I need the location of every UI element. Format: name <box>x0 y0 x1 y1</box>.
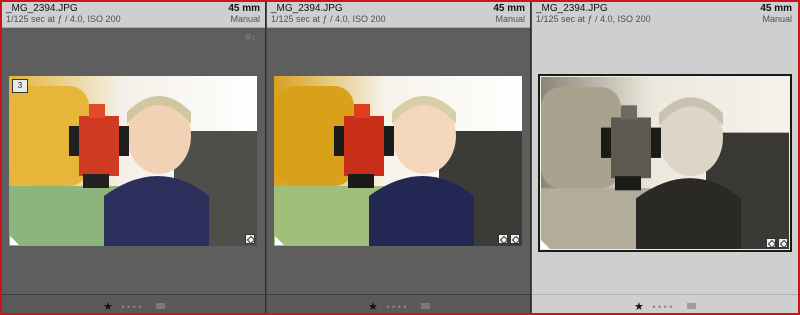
rating-dots[interactable]: • • • • <box>121 302 141 312</box>
rating-control[interactable]: ★ • • • • <box>368 297 430 313</box>
exposure-label: 1/125 sec at ƒ / 4.0, ISO 200 <box>271 14 386 24</box>
sort-icon[interactable]: ≡↓ <box>245 32 256 43</box>
flag-icon[interactable] <box>541 240 550 249</box>
panel-footer: ★ • • • • <box>532 294 798 313</box>
exposure-label: 1/125 sec at ƒ / 4.0, ISO 200 <box>6 14 121 24</box>
exposure-label: 1/125 sec at ƒ / 4.0, ISO 200 <box>536 14 651 24</box>
filename-label: _MG_2394.JPG <box>6 3 78 14</box>
develop-settings-icon[interactable] <box>498 234 508 244</box>
rating-dots[interactable]: • • • • <box>652 302 672 312</box>
index-badge: 3 <box>12 79 28 93</box>
photo-panel-2[interactable]: _MG_2394.JPG 45 mm 1/125 sec at ƒ / 4.0,… <box>267 2 531 313</box>
focal-length-label: 45 mm <box>760 3 792 14</box>
photo-thumbnail[interactable] <box>274 76 522 246</box>
rating-control[interactable]: ★ • • • • <box>103 297 165 313</box>
star-icon[interactable]: ★ <box>368 301 378 313</box>
rating-dots[interactable]: • • • • <box>386 302 406 312</box>
photo-panel-3[interactable]: _MG_2394.JPG 45 mm 1/125 sec at ƒ / 4.0,… <box>532 2 798 313</box>
color-label-icon[interactable] <box>420 302 430 309</box>
mode-label: Manual <box>495 14 525 24</box>
develop-settings-icon[interactable] <box>766 238 776 248</box>
rating-control[interactable]: ★ • • • • <box>634 297 696 313</box>
focal-length-label: 45 mm <box>228 3 260 14</box>
mode-label: Manual <box>230 14 260 24</box>
panel-divider <box>265 2 266 313</box>
photo-image <box>541 77 789 249</box>
photo-image <box>274 76 522 246</box>
panel-footer: ★ • • • • <box>267 294 531 313</box>
compare-view-frame: _MG_2394.JPG 45 mm 1/125 sec at ƒ / 4.0,… <box>0 0 800 315</box>
focal-length-label: 45 mm <box>493 3 525 14</box>
star-icon[interactable]: ★ <box>634 301 644 313</box>
crop-icon[interactable] <box>778 238 788 248</box>
mode-label: Manual <box>762 14 792 24</box>
photo-thumbnail[interactable]: 3 <box>9 76 257 246</box>
flag-icon[interactable] <box>10 236 19 245</box>
photo-image <box>9 76 257 246</box>
color-label-icon[interactable] <box>155 302 165 309</box>
panel-header: _MG_2394.JPG 45 mm 1/125 sec at ƒ / 4.0,… <box>267 2 531 28</box>
color-label-icon[interactable] <box>686 302 696 309</box>
photo-thumbnail-selected[interactable] <box>538 74 792 252</box>
crop-icon[interactable] <box>510 234 520 244</box>
panel-header: _MG_2394.JPG 45 mm 1/125 sec at ƒ / 4.0,… <box>2 2 266 28</box>
develop-settings-icon[interactable] <box>245 234 255 244</box>
star-icon[interactable]: ★ <box>103 301 113 313</box>
filename-label: _MG_2394.JPG <box>271 3 343 14</box>
photo-panel-1[interactable]: _MG_2394.JPG 45 mm 1/125 sec at ƒ / 4.0,… <box>2 2 266 313</box>
panel-footer: ★ • • • • <box>2 294 266 313</box>
filename-label: _MG_2394.JPG <box>536 3 608 14</box>
flag-icon[interactable] <box>275 236 284 245</box>
panel-header: _MG_2394.JPG 45 mm 1/125 sec at ƒ / 4.0,… <box>532 2 798 27</box>
panel-divider <box>530 2 531 313</box>
